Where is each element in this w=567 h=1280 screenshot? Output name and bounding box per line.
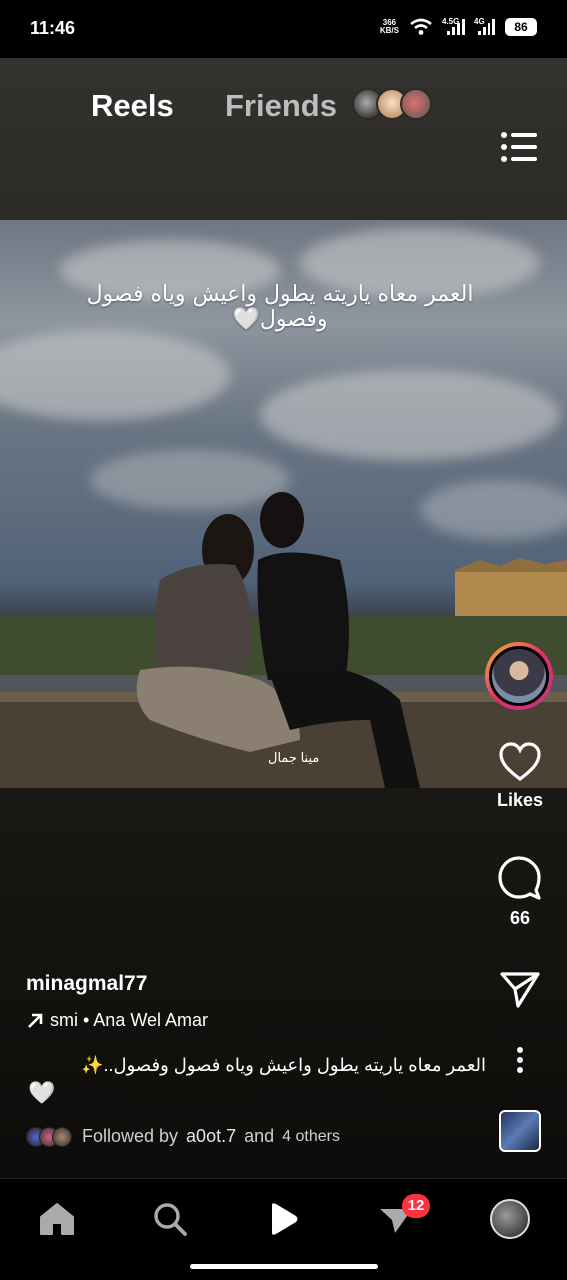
nav-search[interactable] <box>146 1195 194 1243</box>
followed-by-and: and <box>244 1126 275 1146</box>
nav-profile[interactable] <box>486 1195 534 1243</box>
reel-overlay-text: العمر معاه ياريته يطول واعيش وياه فصول و… <box>86 282 474 332</box>
network-speed: 366 KB/S <box>380 19 399 35</box>
tab-reels[interactable]: Reels <box>91 88 174 124</box>
arrow-icon <box>28 1013 43 1028</box>
more-icon <box>517 1047 523 1073</box>
network-speed-unit: KB/S <box>379 26 399 35</box>
followed-by-user[interactable]: a0ot.7 <box>186 1126 236 1147</box>
home-icon <box>40 1203 74 1235</box>
status-indicators: 366 KB/S 4.5G 4G 86 <box>380 17 537 36</box>
home-indicator <box>190 1264 378 1269</box>
notifications-badge: 12 <box>402 1194 430 1218</box>
heart-icon <box>499 742 541 782</box>
followed-by[interactable]: Followed by a0ot.7 and 4 others <box>26 1126 340 1147</box>
avatar <box>52 1126 72 1147</box>
avatar <box>489 646 549 706</box>
more-options-button[interactable] <box>490 1046 550 1074</box>
battery-icon: 86 <box>505 18 537 36</box>
post-username[interactable]: minagmal77 <box>26 972 147 996</box>
followed-by-prefix: Followed by <box>82 1126 179 1146</box>
status-time: 11:46 <box>30 18 76 38</box>
reel-photo[interactable]: العمر معاه ياريته يطول واعيش وياه فصول و… <box>0 220 567 788</box>
signal-label: 4G <box>474 17 485 26</box>
comments-count: 66 <box>509 908 531 928</box>
signal-icon: 4.5G <box>442 17 465 35</box>
like-button[interactable]: Likes <box>490 742 550 811</box>
reel-viewer[interactable]: Reels Friends العمر معاه ياريته يطول واع… <box>0 58 567 1178</box>
status-bar: 11:46 366 KB/S 4.5G 4G 86 <box>0 0 567 58</box>
tab-friends[interactable]: Friends <box>225 88 337 124</box>
friends-avatar-stack[interactable] <box>352 88 434 122</box>
reels-header: Reels Friends <box>0 58 567 220</box>
post-caption[interactable]: العمر معاه ياريته يطول واعيش وياه فصول و… <box>26 1048 486 1082</box>
audio-info[interactable]: smi • Ana Wel Amar <box>26 1010 208 1031</box>
follower-avatars <box>26 1126 74 1147</box>
share-button[interactable] <box>490 970 550 1010</box>
watermark-text: مينا جمال <box>268 750 320 765</box>
comment-icon <box>498 856 541 900</box>
send-icon <box>500 972 540 1008</box>
nav-reels[interactable] <box>259 1195 307 1243</box>
nav-home[interactable] <box>33 1195 81 1243</box>
avatar <box>490 1199 530 1239</box>
wifi-icon <box>410 18 432 35</box>
comment-button[interactable]: 66 <box>490 856 550 929</box>
likes-label: Likes <box>496 790 544 810</box>
search-icon <box>154 1203 187 1236</box>
avatar <box>400 88 432 120</box>
menu-icon[interactable] <box>500 130 538 164</box>
signal-label: 4.5G <box>442 17 460 26</box>
reels-icon <box>272 1203 298 1235</box>
followed-by-others[interactable]: 4 others <box>282 1128 340 1146</box>
audio-title: smi • Ana Wel Amar <box>50 1010 209 1030</box>
caption-emoji: 🤍 <box>28 1080 56 1105</box>
signal-icon: 4G <box>474 17 495 35</box>
audio-thumbnail[interactable] <box>499 1110 541 1152</box>
creator-story-avatar[interactable] <box>485 642 553 710</box>
